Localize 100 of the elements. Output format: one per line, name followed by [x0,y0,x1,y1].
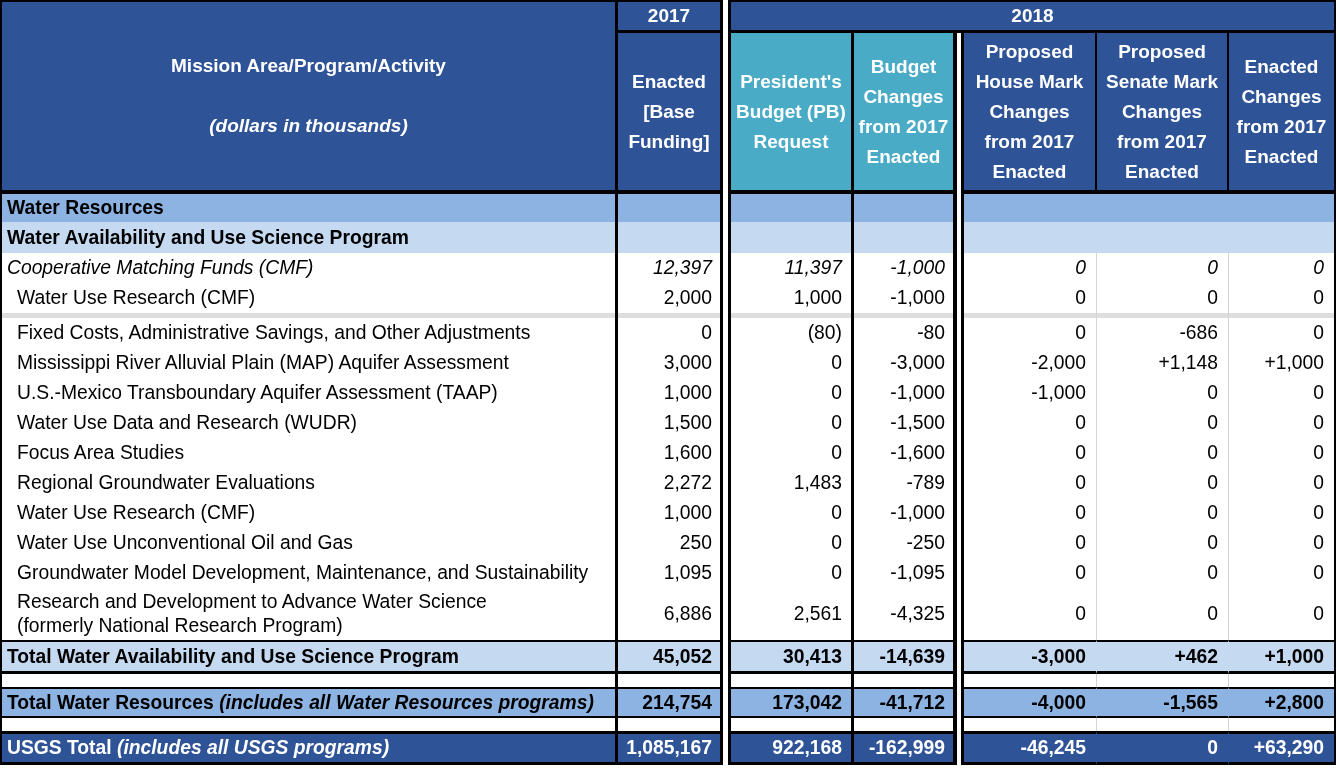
table-cell: +1,000 [1229,348,1336,378]
column-header: Proposed House Mark Changes from 2017 Enacted [961,33,1097,194]
row-note: (formerly National Research Program) [17,614,343,638]
table-cell: 3,000 [618,348,723,378]
table-cell: -1,565 [1097,687,1229,718]
table-cell: 0 [1097,731,1229,765]
table-cell: 0 [961,468,1097,498]
table-cell: -4,000 [961,687,1097,718]
table-cell: 0 [728,408,854,438]
table-cell: 30,413 [728,640,854,674]
table-cell: 0 [1229,253,1336,283]
table-cell: -789 [854,468,957,498]
column-header: Budget Changes from 2017 Enacted [854,33,957,194]
table-cell: 1,000 [618,378,723,408]
table-cell: Water Use Unconventional Oil and Gas [0,528,618,558]
table-cell: 0 [1229,318,1336,348]
table-cell: (80) [728,318,854,348]
table-cell: Mississippi River Alluvial Plain (MAP) Aquifer Assessment [0,348,618,378]
year-header: 2017 [618,0,723,33]
table-cell: -14,639 [854,640,957,674]
table-cell: Water Use Research (CMF) [0,498,618,528]
table-cell: -2,000 [961,348,1097,378]
table-cell: 0 [1229,378,1336,408]
column-title: Mission Area/Program/Activity [171,54,446,78]
table-cell: +1,000 [1229,640,1336,674]
table-cell: Water Resources [0,194,618,222]
table-cell: 1,500 [618,408,723,438]
table-cell: 0 [961,408,1097,438]
table-cell: 0 [1229,438,1336,468]
table-cell: -162,999 [854,731,957,765]
table-cell: 1,483 [728,468,854,498]
table-cell: -1,500 [854,408,957,438]
table-cell: -1,000 [854,378,957,408]
table-cell: +2,800 [1229,687,1336,718]
table-cell: 0 [728,378,854,408]
table-cell: Focus Area Studies [0,438,618,468]
table-cell: Cooperative Matching Funds (CMF) [0,253,618,283]
table-cell: -250 [854,528,957,558]
table-cell: Fixed Costs, Administrative Savings, and Other Adjustments [0,318,618,348]
table-cell: 1,600 [618,438,723,468]
table-cell: -46,245 [961,731,1097,765]
table-cell: -686 [1097,318,1229,348]
table-cell: 0 [1097,408,1229,438]
table-cell: 0 [728,438,854,468]
table-cell: 0 [1229,498,1336,528]
table-cell: 922,168 [728,731,854,765]
table-cell: -1,000 [854,498,957,528]
table-cell: -1,000 [854,253,957,283]
column-header: Enacted Changes from 2017 Enacted [1229,33,1336,194]
table-cell: 0 [1097,378,1229,408]
table-cell: -3,000 [961,640,1097,674]
table-cell: -1,095 [854,558,957,588]
column-header: Proposed Senate Mark Changes from 2017 Enacted [1097,33,1229,194]
units-note: (dollars in thousands) [209,114,408,138]
table-cell: 0 [1229,408,1336,438]
table-cell: 2,272 [618,468,723,498]
table-cell: +63,290 [1229,731,1336,765]
table-cell: 0 [1229,528,1336,558]
table-cell: Total Water Availability and Use Science Program [0,640,618,674]
table-cell: 12,397 [618,253,723,283]
table-cell: 214,754 [618,687,723,718]
column-header: Enacted [Base Funding] [618,33,723,194]
table-cell: 0 [1097,528,1229,558]
table-cell: Water Use Data and Research (WUDR) [0,408,618,438]
table-cell: 173,042 [728,687,854,718]
table-cell: Water Availability and Use Science Program [0,222,618,253]
table-cell: -80 [854,318,957,348]
table-cell: 0 [1097,558,1229,588]
table-cell: +1,148 [1097,348,1229,378]
table-cell: 0 [728,498,854,528]
table-cell: 0 [728,558,854,588]
table-cell: 0 [618,318,723,348]
row-label: Research and Development to Advance Water Science [17,590,487,614]
table-cell: Total Water Resources (includes all Water Resources programs) [0,687,618,718]
table-cell: 0 [1097,498,1229,528]
table-cell: -3,000 [854,348,957,378]
year-header: 2018 [728,0,1336,33]
table-cell: Groundwater Model Development, Maintenance, and Sustainability [0,558,618,588]
table-cell: Regional Groundwater Evaluations [0,468,618,498]
table-cell: 1,000 [618,498,723,528]
table-cell: 0 [1097,468,1229,498]
table-cell: 250 [618,528,723,558]
table-cell: 0 [1097,438,1229,468]
table-cell: 0 [961,318,1097,348]
table-cell: -41,712 [854,687,957,718]
table-cell: 0 [1229,558,1336,588]
table-cell: 0 [961,498,1097,528]
table-cell: 0 [728,348,854,378]
table-cell: 11,397 [728,253,854,283]
table-cell: -1,000 [961,378,1097,408]
table-cell: +462 [1097,640,1229,674]
table-cell: 0 [728,528,854,558]
table-cell: 45,052 [618,640,723,674]
table-cell: 0 [1229,468,1336,498]
table-cell: 0 [961,558,1097,588]
table-cell: 0 [961,528,1097,558]
table-cell: USGS Total (includes all USGS programs) [0,731,618,765]
table-cell: -1,600 [854,438,957,468]
column-header: President's Budget (PB) Request [728,33,854,194]
table-cell: 0 [961,253,1097,283]
